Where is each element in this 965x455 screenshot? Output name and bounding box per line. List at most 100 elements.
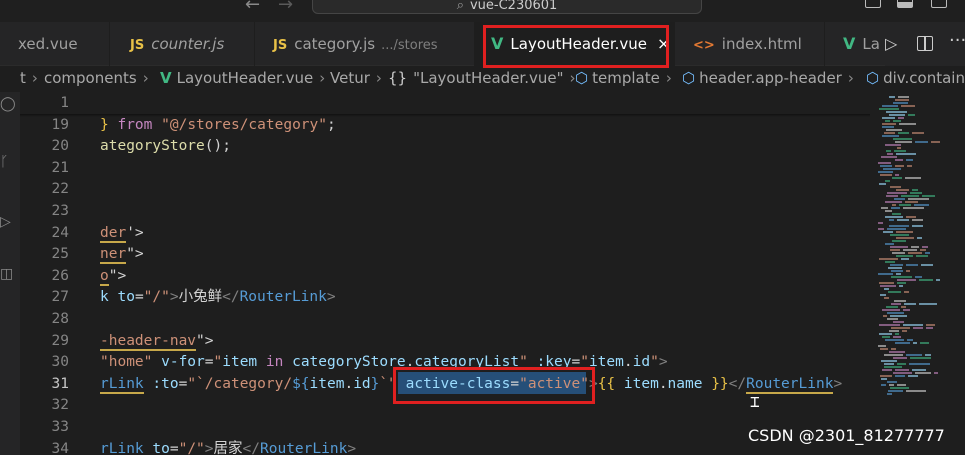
breadcrumb-item-components[interactable]: components ›	[44, 66, 155, 90]
line-number[interactable]: 19	[20, 114, 69, 136]
breadcrumb-item-component[interactable]: {} "LayoutHeader.vue" ›	[388, 66, 582, 90]
line-number[interactable]: 23	[20, 200, 69, 222]
minimap-stroke	[889, 225, 909, 227]
code-token: 小兔鲜	[178, 289, 223, 306]
minimap-stroke	[888, 390, 903, 392]
code-line[interactable]: 1	[20, 92, 870, 114]
line-number[interactable]: 33	[20, 416, 69, 438]
code-token: from	[117, 116, 162, 133]
run-icon[interactable]: ▷	[885, 34, 897, 53]
code-line[interactable]: 27 k to="/">小兔鲜</RouterLink>	[20, 286, 870, 308]
line-number[interactable]: 34	[20, 438, 69, 455]
extensions-icon[interactable]: ◫	[0, 266, 13, 282]
minimap-stroke	[908, 252, 922, 254]
minimap-stroke	[882, 135, 899, 137]
code-token: >	[326, 289, 336, 306]
minimap-stroke	[896, 189, 909, 191]
minimap[interactable]	[870, 92, 965, 455]
tab-index-html[interactable]: <> index.html	[675, 22, 825, 66]
watermark: CSDN @2301_81277777	[748, 426, 945, 445]
breadcrumb-item-div[interactable]: ⬡div.containe	[866, 66, 965, 90]
minimap-stroke	[891, 348, 896, 350]
split-editor-icon[interactable]	[917, 36, 933, 51]
minimap-stroke	[898, 96, 909, 98]
back-arrow-icon[interactable]: ←	[245, 0, 260, 15]
toggle-secondary-sidebar-icon[interactable]	[931, 0, 947, 8]
code-token: item	[623, 375, 659, 392]
tab-la-vue[interactable]: V La	[825, 22, 885, 66]
breadcrumb-item-template[interactable]: ⬡ template ›	[575, 66, 678, 90]
code-token: ategoryStore	[100, 138, 205, 155]
minimap-stroke	[915, 141, 928, 143]
minimap-stroke	[890, 315, 907, 317]
forward-arrow-icon[interactable]: →	[278, 0, 293, 15]
minimap-stroke	[893, 321, 904, 323]
line-number[interactable]: 21	[20, 157, 69, 179]
toggle-panel-icon[interactable]	[897, 0, 913, 8]
code-line[interactable]: 22	[20, 178, 870, 200]
breadcrumb-item[interactable]: t ›	[20, 66, 44, 90]
code-line[interactable]: 19} from "@/stores/category";	[20, 114, 870, 136]
line-number[interactable]: 29	[20, 330, 69, 352]
line-number[interactable]: 27	[20, 286, 69, 308]
line-number[interactable]: 31	[20, 373, 69, 395]
workspace-name: vue-C230601	[469, 0, 558, 13]
minimap-stroke	[907, 165, 912, 167]
minimap-stroke	[886, 129, 902, 131]
tab-category-js[interactable]: JS category.js .../stores	[255, 22, 475, 66]
code-line[interactable]: 25 ner">	[20, 243, 870, 265]
line-number[interactable]: 20	[20, 135, 69, 157]
code-token: "home"	[100, 354, 162, 371]
code-line[interactable]: 29 -header-nav">	[20, 330, 870, 352]
minimap-stroke	[883, 315, 887, 317]
minimap-stroke	[919, 303, 937, 305]
line-number[interactable]: 22	[20, 178, 69, 200]
breadcrumb-item-header[interactable]: ⬡ header.app-header ›	[682, 66, 860, 90]
code-line[interactable]: 21	[20, 157, 870, 179]
search-view-icon[interactable]: ◯	[0, 96, 16, 112]
toggle-sidebar-icon[interactable]	[865, 0, 881, 8]
code-token: >	[658, 354, 668, 371]
command-center[interactable]: ⌕ vue-C230601	[312, 0, 702, 14]
breadcrumb-item-file[interactable]: V LayoutHeader.vue ›	[160, 66, 331, 90]
source-control-icon[interactable]: ᚴ	[0, 154, 8, 170]
line-number[interactable]: 1	[20, 92, 69, 114]
code-line[interactable]: 20 ategoryStore();	[20, 135, 870, 157]
code-token: >	[204, 440, 214, 455]
line-number[interactable]: 32	[20, 394, 69, 416]
code-token: '>	[126, 224, 144, 241]
more-actions-icon[interactable]: ···	[949, 30, 965, 51]
tab-xed-vue[interactable]: xed.vue	[0, 22, 110, 66]
minimap-stroke	[893, 138, 912, 140]
code-token: id	[353, 375, 371, 392]
minimap-stroke	[889, 351, 905, 353]
minimap-stroke	[878, 222, 883, 224]
code-token: >	[347, 440, 357, 455]
minimap-stroke	[883, 231, 893, 233]
line-number[interactable]: 26	[20, 265, 69, 287]
line-number[interactable]: 24	[20, 222, 69, 244]
tab-counter-js[interactable]: JS counter.js	[110, 22, 255, 66]
minimap-stroke	[894, 198, 905, 200]
code-token: =	[178, 375, 188, 392]
code-line[interactable]: 33	[20, 416, 870, 438]
code-line[interactable]: 23	[20, 200, 870, 222]
code-line[interactable]: 24 der'>	[20, 222, 870, 244]
html-file-icon: <>	[693, 38, 715, 53]
code-line[interactable]: 34 rLink to="/">居家</RouterLink>	[20, 438, 870, 455]
code-line[interactable]: 26 o">	[20, 265, 870, 287]
breadcrumb-item-vetur[interactable]: Vetur ›	[330, 66, 388, 90]
code-token: ;	[327, 116, 336, 133]
code-line[interactable]: 28	[20, 308, 870, 330]
minimap-stroke	[882, 309, 900, 311]
line-number[interactable]: 28	[20, 308, 69, 330]
code-token: RouterLink	[260, 440, 348, 455]
line-number[interactable]: 30	[20, 351, 69, 373]
minimap-stroke	[881, 207, 888, 209]
minimap-stroke	[879, 183, 886, 185]
cube-icon: ⬡	[866, 69, 880, 87]
run-debug-icon[interactable]: ▷	[0, 214, 11, 230]
minimap-stroke	[889, 114, 905, 116]
line-number[interactable]: 25	[20, 243, 69, 265]
minimap-stroke	[917, 237, 922, 239]
